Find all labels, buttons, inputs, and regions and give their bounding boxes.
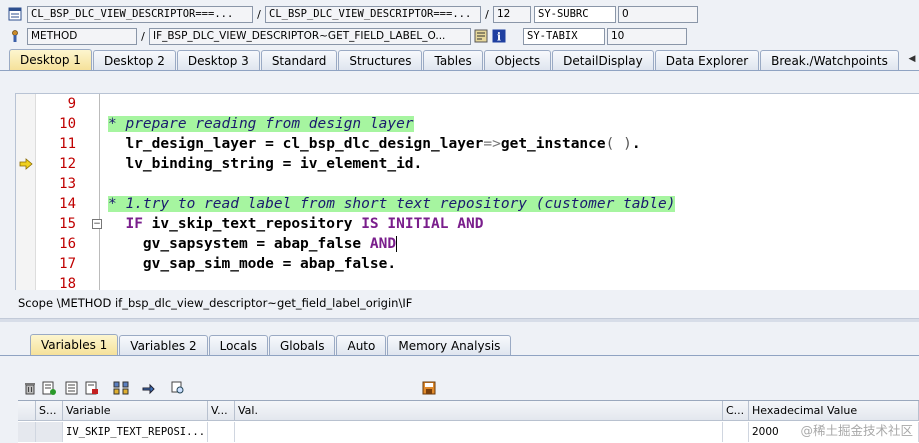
code-line[interactable]: 9	[16, 94, 919, 114]
code-line[interactable]: 11 lr_design_layer = cl_bsp_dlc_design_l…	[16, 134, 919, 154]
grid-cell-variable[interactable]: IV_SKIP_TEXT_REPOSI...	[63, 422, 208, 442]
program-field[interactable]: CL_BSP_DLC_VIEW_DESCRIPTOR===...	[27, 5, 253, 23]
svg-text:i: i	[497, 31, 501, 44]
main-tabbar: Desktop 1 Desktop 2 Desktop 3 Standard Struc…	[0, 49, 919, 71]
code-comment: * 1.try to read label from short text re…	[108, 196, 676, 212]
tab-objects[interactable]: Objects	[483, 50, 552, 70]
grid-row-selector[interactable]	[18, 422, 36, 442]
tab-tables[interactable]: Tables	[423, 50, 483, 70]
code-text: gv_sap_sim_mode = abap_false.	[108, 256, 397, 272]
variables-tab-variables-1[interactable]: Variables 1	[30, 334, 119, 355]
variables-tab-variables-2[interactable]: Variables 2	[119, 335, 208, 355]
separator: /	[485, 7, 489, 21]
source-editor[interactable]: 9 10 * prepare reading from design layer 11…	[15, 93, 919, 290]
grid-column-header[interactable]: Hexadecimal Value	[749, 401, 919, 421]
tab-standard[interactable]: Standard	[260, 50, 338, 70]
event-type-field[interactable]: METHOD	[27, 27, 137, 45]
grid-column-header[interactable]: Val.	[235, 401, 723, 421]
line-number: 9	[67, 96, 76, 112]
event-row: METHOD / IF_BSP_DLC_VIEW_DESCRIPTOR~GET_…	[0, 26, 687, 46]
code-line[interactable]: 17 gv_sap_sim_mode = abap_false.	[16, 254, 919, 274]
detail-icon[interactable]	[473, 28, 489, 44]
grid-column-header[interactable]: C...	[723, 401, 749, 421]
code-text: * prepare reading from design layer	[108, 114, 414, 134]
delete-icon[interactable]	[22, 380, 38, 396]
tab-data-explorer[interactable]: Data Explorer	[654, 50, 760, 70]
program-icon	[7, 6, 23, 22]
grid-column-header[interactable]: V...	[208, 401, 235, 421]
line-number: 13	[59, 176, 76, 192]
line-number: 17	[59, 256, 76, 272]
line-field[interactable]: 12	[493, 5, 531, 23]
current-statement-arrow-icon	[19, 158, 33, 170]
line-number: 18	[59, 276, 76, 290]
line-number: 11	[59, 136, 76, 152]
code-line[interactable]: 15 IF iv_skip_text_repository IS INITIAL…	[16, 214, 919, 234]
tab-desktop-1[interactable]: Desktop 1	[9, 49, 92, 70]
variable-value-field-2: 10	[607, 27, 687, 45]
variables-tab-auto[interactable]: Auto	[336, 335, 387, 355]
line-number: 12	[59, 156, 76, 172]
variables-tab-memory-analysis[interactable]: Memory Analysis	[387, 335, 512, 355]
code-line[interactable]: 12 lv_binding_string = iv_element_id.	[16, 154, 919, 174]
tab-desktop-3[interactable]: Desktop 3	[176, 50, 260, 70]
method-icon	[7, 28, 23, 44]
pane-splitter[interactable]	[0, 318, 919, 322]
save-icon[interactable]	[421, 380, 437, 396]
variables-tabbar: Variables 1 Variables 2 Locals Globals Auto M…	[0, 334, 919, 356]
code-text: IF iv_skip_text_repository IS INITIAL AN…	[125, 216, 484, 232]
line-number: 14	[59, 196, 76, 212]
line-number: 15	[59, 216, 76, 232]
tab-break-watchpoints[interactable]: Break./Watchpoints	[760, 50, 899, 70]
watermark: @稀土掘金技术社区	[800, 423, 913, 438]
variable-name-field-1[interactable]: SY-SUBRC	[534, 5, 616, 23]
code-comment: * prepare reading from design layer	[108, 116, 414, 132]
program-row: CL_BSP_DLC_VIEW_DESCRIPTOR===... / CL_BS…	[0, 4, 698, 24]
include-field[interactable]: CL_BSP_DLC_VIEW_DESCRIPTOR===...	[265, 5, 481, 23]
tab-detaildisplay[interactable]: DetailDisplay	[552, 50, 654, 70]
code-line[interactable]: 14 * 1.try to read label from short text …	[16, 194, 919, 214]
variables-tab-locals[interactable]: Locals	[208, 335, 268, 355]
grid-select-all[interactable]	[18, 401, 36, 421]
grid-cell-v	[208, 422, 235, 442]
insert-row-icon[interactable]	[41, 380, 57, 396]
code-line[interactable]: 10 * prepare reading from design layer	[16, 114, 919, 134]
list-icon[interactable]	[64, 380, 80, 396]
grid-cell-s	[36, 422, 63, 442]
line-number: 10	[59, 116, 76, 132]
code-text: lv_binding_string = iv_element_id.	[108, 156, 423, 172]
tree-icon[interactable]	[113, 380, 129, 396]
separator: /	[141, 29, 145, 43]
line-number: 16	[59, 236, 76, 252]
navigate-icon[interactable]	[140, 380, 156, 396]
code-text: * 1.try to read label from short text re…	[108, 194, 676, 214]
variables-tab-globals[interactable]: Globals	[268, 335, 336, 355]
remove-row-icon[interactable]	[84, 380, 100, 396]
tab-desktop-2[interactable]: Desktop 2	[92, 50, 176, 70]
text-cursor	[396, 236, 398, 252]
tab-scroll-left-icon[interactable]: ◀	[905, 49, 919, 69]
grid-column-header[interactable]: Variable	[63, 401, 208, 421]
code-line[interactable]: 13	[16, 174, 919, 194]
separator: /	[257, 7, 261, 21]
event-name-field[interactable]: IF_BSP_DLC_VIEW_DESCRIPTOR~GET_FIELD_LAB…	[149, 27, 471, 45]
tab-structures[interactable]: Structures	[338, 50, 423, 70]
grid-cell-c	[723, 422, 749, 442]
variable-name-field-2[interactable]: SY-TABIX	[523, 27, 605, 45]
scope-label: Scope \METHOD if_bsp_dlc_view_descriptor…	[18, 296, 413, 310]
grid-cell-val	[235, 422, 723, 442]
fold-collapse-icon[interactable]: −	[92, 219, 102, 229]
code-text: gv_sapsystem = abap_false AND	[108, 236, 398, 252]
find-icon[interactable]	[170, 380, 186, 396]
info-icon[interactable]: i	[491, 28, 507, 44]
grid-column-header[interactable]: S...	[36, 401, 63, 421]
code-line[interactable]: 16 gv_sapsystem = abap_false AND	[16, 234, 919, 254]
code-line[interactable]: 18	[16, 274, 919, 290]
variables-grid: S... Variable V... Val. C... Hexadecimal Valu…	[18, 400, 919, 443]
variable-value-field-1: 0	[618, 5, 698, 23]
code-text: lr_design_layer = cl_bsp_dlc_design_laye…	[108, 136, 641, 152]
